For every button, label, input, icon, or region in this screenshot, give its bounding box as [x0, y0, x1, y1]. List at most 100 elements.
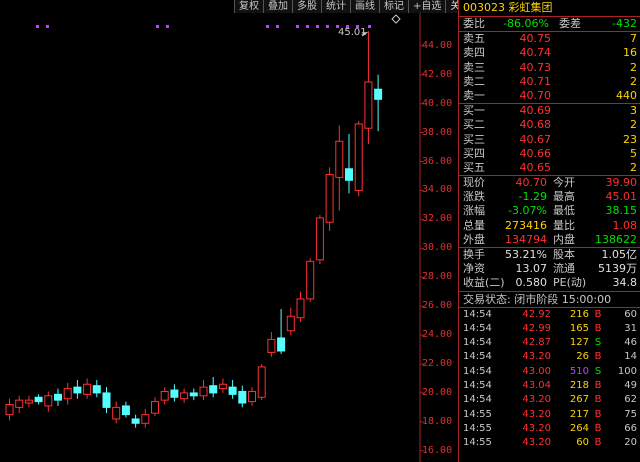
- candle-body[interactable]: [63, 388, 72, 400]
- fundamental-stats: 换手 53.21% 股本 1.05亿 净资 13.07 流通 5139万 收益(二) 0.580 P…: [459, 248, 640, 292]
- stat-value: 5139万: [598, 262, 637, 276]
- candle-body[interactable]: [160, 390, 169, 401]
- candle-body[interactable]: [218, 383, 227, 390]
- toolbar-overlay[interactable]: 叠加: [263, 0, 292, 13]
- tick-volume: 60: [576, 437, 589, 449]
- level-volume: 16: [623, 46, 637, 60]
- y-tick-label: 44.00: [422, 39, 453, 51]
- tick-direction: B: [594, 351, 602, 363]
- candlestick-chart[interactable]: 复权 叠加 多股 统计 画线 标记 +自选 关闭 45.01 44.00 42.0…: [0, 0, 475, 462]
- candle-body[interactable]: [209, 385, 218, 394]
- candle-body[interactable]: [364, 81, 373, 129]
- event-marker: [326, 25, 329, 28]
- toolbar-statistics[interactable]: 统计: [321, 0, 350, 13]
- candle-body[interactable]: [180, 392, 189, 400]
- candle-body[interactable]: [306, 260, 315, 300]
- candle-body[interactable]: [170, 389, 179, 398]
- candle-body[interactable]: [238, 390, 247, 404]
- level-volume: 5: [630, 146, 637, 160]
- candle-body[interactable]: [335, 140, 344, 178]
- ask-row[interactable]: 卖三 40.73 2: [459, 61, 640, 75]
- tick-price: 42.99: [522, 322, 551, 334]
- tick-volume: 165: [569, 322, 589, 334]
- y-tick-label: 22.00: [422, 357, 453, 369]
- tick-time: 14:55: [463, 408, 492, 420]
- stat-label: 涨跌: [463, 190, 485, 204]
- candle-body[interactable]: [73, 386, 82, 394]
- candle-body[interactable]: [286, 315, 295, 332]
- candle-body[interactable]: [345, 168, 353, 181]
- candle-body[interactable]: [277, 337, 286, 352]
- tick-direction: B: [594, 422, 602, 434]
- tick-price: 43.20: [522, 408, 551, 420]
- level-volume: 23: [623, 132, 637, 146]
- tick-row[interactable]: 14:55 43.20 264 B 66: [459, 422, 640, 436]
- candle-body[interactable]: [112, 406, 121, 420]
- level-price: 40.71: [519, 74, 552, 88]
- tick-row[interactable]: 14:54 42.92 216 B 60: [459, 308, 640, 322]
- tick-row[interactable]: 14:54 43.04 218 B 49: [459, 379, 640, 393]
- candle-body[interactable]: [315, 217, 324, 261]
- toolbar-add-watchlist[interactable]: +自选: [408, 0, 446, 13]
- ask-row[interactable]: 卖五 40.75 7: [459, 32, 640, 46]
- ask-row[interactable]: 卖一 40.70 440: [459, 89, 640, 103]
- candle-body[interactable]: [248, 390, 256, 403]
- bid-row[interactable]: 买一 40.69 3: [459, 104, 640, 118]
- candle-body[interactable]: [151, 401, 159, 414]
- candle-body[interactable]: [141, 414, 150, 424]
- level-volume: 440: [616, 88, 637, 102]
- candle-body[interactable]: [83, 383, 92, 395]
- tick-row[interactable]: 14:55 43.20 217 B 75: [459, 408, 640, 422]
- order-ratio-row: 委比 -86.06% 委差 -432: [459, 17, 640, 33]
- toolbar-multi-stock[interactable]: 多股: [292, 0, 321, 13]
- ask-row[interactable]: 卖二 40.71 2: [459, 75, 640, 89]
- toolbar-draw-line[interactable]: 画线: [350, 0, 379, 13]
- candle-body[interactable]: [44, 395, 53, 407]
- tick-direction: B: [594, 380, 602, 392]
- event-marker: [166, 25, 169, 28]
- toolbar-restore-rights[interactable]: 复权: [234, 0, 263, 13]
- candle-body[interactable]: [102, 392, 111, 408]
- tick-row[interactable]: 14:54 43.20 26 B 14: [459, 350, 640, 364]
- bid-row[interactable]: 买五 40.65 2: [459, 161, 640, 175]
- stat-label: 量比: [553, 218, 575, 232]
- candle-body[interactable]: [131, 418, 140, 424]
- tick-row[interactable]: 14:54 43.20 267 B 62: [459, 393, 640, 407]
- level-price: 40.74: [519, 46, 552, 60]
- candle-body[interactable]: [15, 399, 24, 408]
- bid-row[interactable]: 买三 40.67 23: [459, 133, 640, 147]
- candle-body[interactable]: [267, 338, 276, 353]
- tick-row[interactable]: 14:54 43.00 510 S 100: [459, 365, 640, 379]
- tick-row[interactable]: 14:54 42.99 165 B 31: [459, 322, 640, 336]
- candle-body[interactable]: [92, 385, 101, 394]
- tick-row[interactable]: 14:55 43.20 60 B 20: [459, 436, 640, 450]
- stat-value: 1.08: [612, 218, 638, 232]
- candle-body[interactable]: [296, 298, 305, 319]
- candle-body[interactable]: [34, 396, 43, 403]
- candle-body[interactable]: [354, 123, 363, 191]
- candle-body[interactable]: [54, 393, 62, 401]
- bid-row[interactable]: 买二 40.68 2: [459, 118, 640, 132]
- quote-panel: 003023 彩虹集团 委比 -86.06% 委差 -432 卖五 40.75 7 卖…: [458, 0, 640, 462]
- tick-list[interactable]: 14:54 42.92 216 B 60 14:54 42.99 165 B 31 14:54 42.…: [459, 308, 640, 451]
- stock-title: 003023 彩虹集团: [459, 0, 640, 17]
- toolbar-mark[interactable]: 标记: [379, 0, 408, 13]
- candle-body[interactable]: [199, 386, 208, 397]
- candle-body[interactable]: [374, 88, 383, 100]
- candle-body[interactable]: [121, 405, 130, 416]
- tick-time: 14:54: [463, 365, 492, 377]
- ask-row[interactable]: 卖四 40.74 16: [459, 46, 640, 60]
- candle-body[interactable]: [5, 403, 14, 416]
- candle-body[interactable]: [228, 386, 237, 395]
- candle-body[interactable]: [189, 392, 198, 397]
- stat-label: PE(动): [553, 276, 587, 290]
- y-tick-label: 20.00: [422, 386, 453, 398]
- candle-body[interactable]: [257, 366, 266, 398]
- bid-row[interactable]: 买四 40.66 5: [459, 147, 640, 161]
- candle-body[interactable]: [24, 399, 33, 404]
- tick-row[interactable]: 14:54 42.87 127 S 46: [459, 336, 640, 350]
- y-tick-label: 30.00: [422, 242, 453, 254]
- candle-body[interactable]: [325, 174, 334, 223]
- tick-time: 14:54: [463, 380, 492, 392]
- tick-time: 14:54: [463, 337, 492, 349]
